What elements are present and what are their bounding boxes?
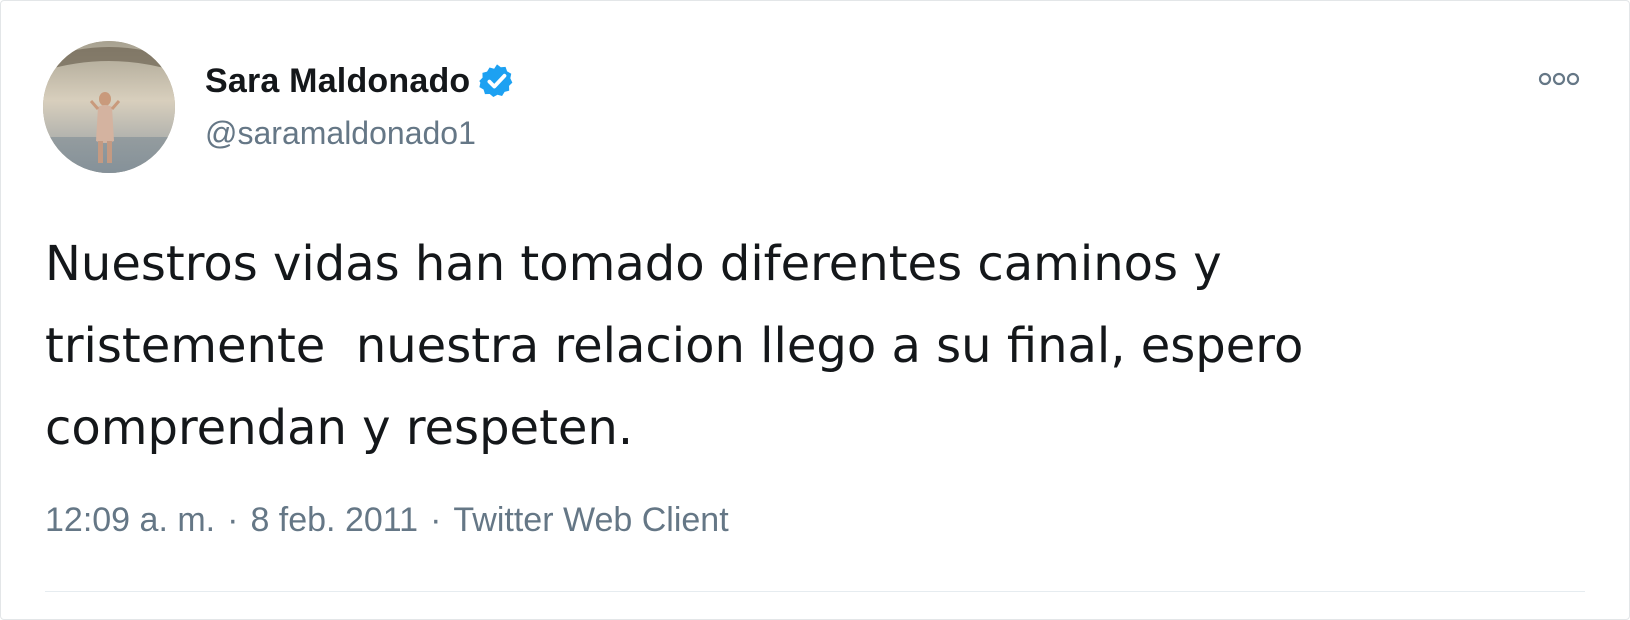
author-avatar[interactable] [43,41,175,173]
tweet-time[interactable]: 12:09 a. m. [45,501,215,540]
tweet-metadata: 12:09 a. m. · 8 feb. 2011 · Twitter Web … [45,501,729,540]
author-name-row[interactable]: Sara Maldonado [205,59,516,103]
tweet-text: Nuestros vidas han tomado diferentes cam… [45,236,1304,456]
verified-badge-icon [478,62,516,100]
meta-separator: · [430,501,442,539]
more-options-button[interactable] [1535,63,1583,95]
divider [45,591,1585,592]
tweet-source-link[interactable]: Twitter Web Client [453,501,728,540]
profile-photo-icon [43,41,175,173]
author-display-name[interactable]: Sara Maldonado [205,62,470,101]
author-handle[interactable]: @saramaldonado1 [205,115,476,152]
tweet-date[interactable]: 8 feb. 2011 [250,501,418,540]
meta-separator: · [227,501,239,539]
more-options-icon [1538,72,1580,86]
tweet-card: Sara Maldonado @saramaldonado1 Nuestros … [0,0,1630,620]
